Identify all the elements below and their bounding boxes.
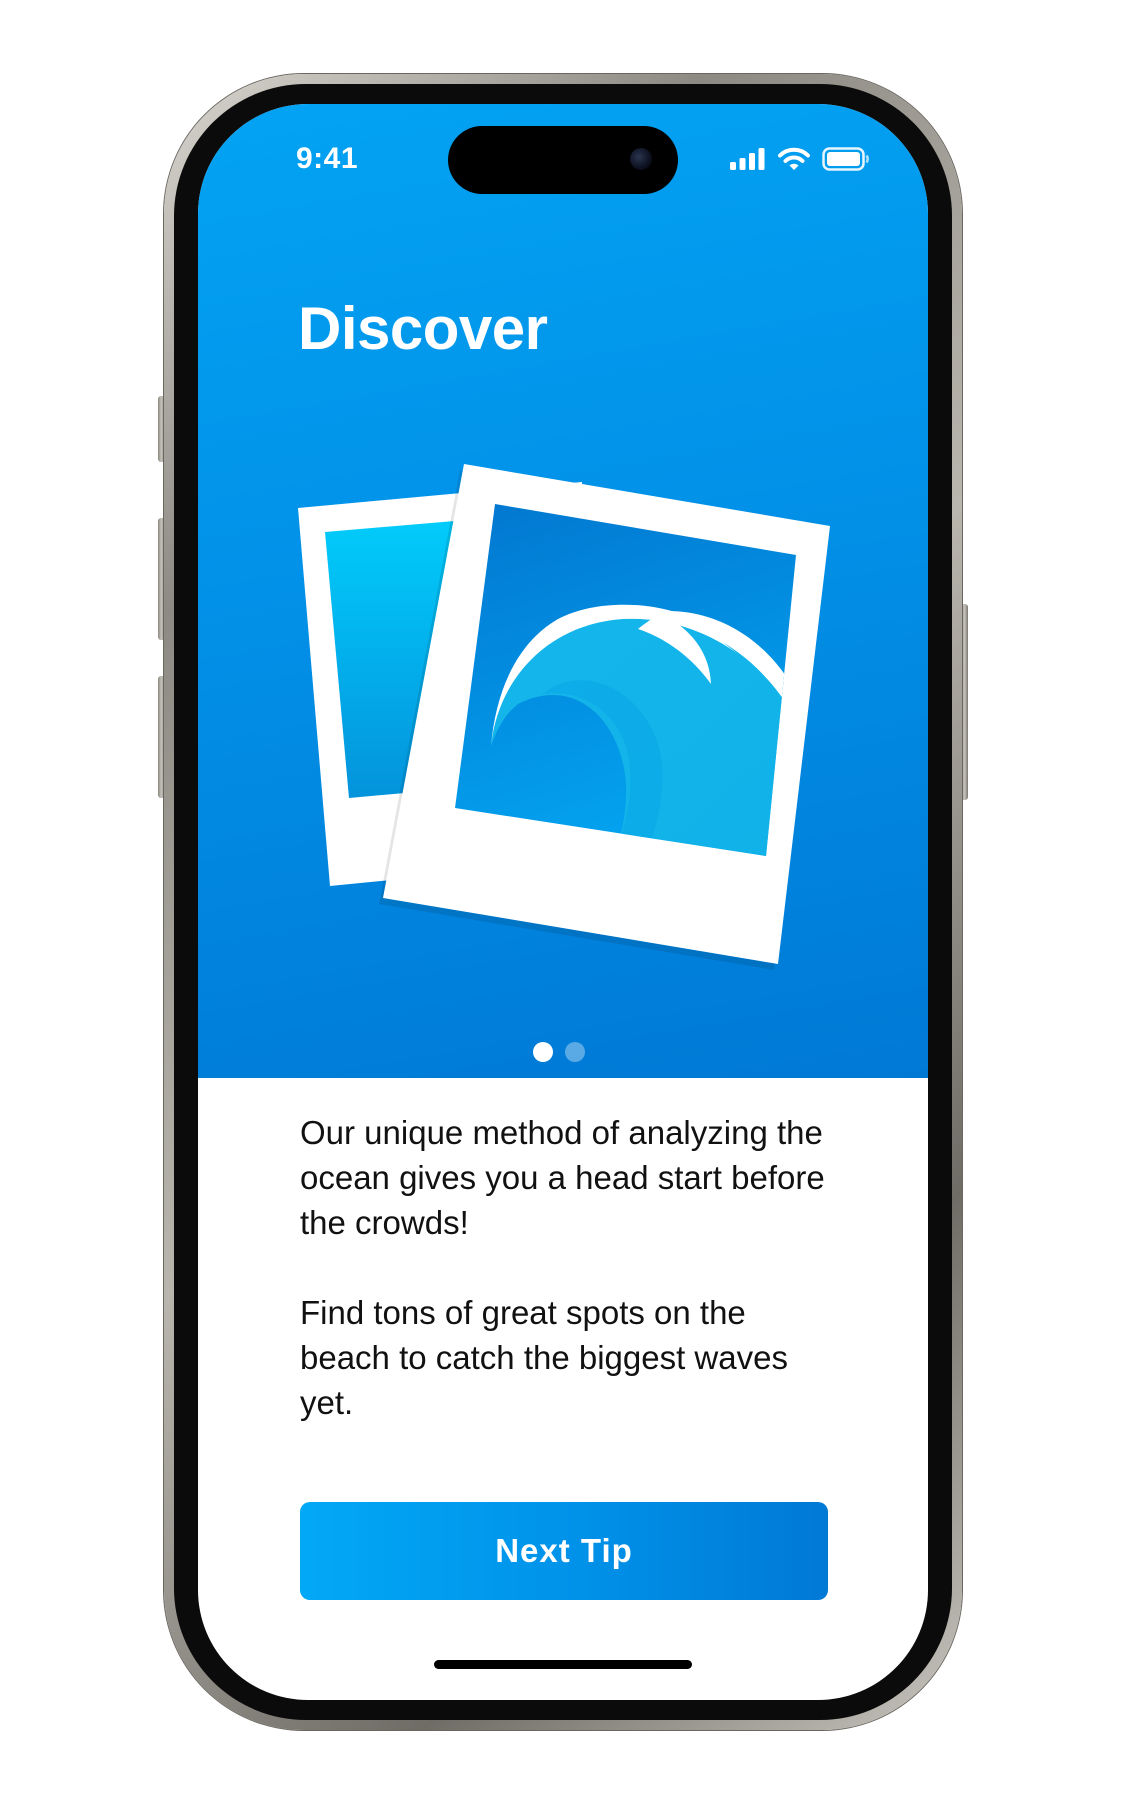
description-paragraph-1: Our unique method of analyzing the ocean… [300, 1114, 825, 1241]
onboarding-hero: 9:41 Discover [198, 104, 928, 1078]
photos-wave-illustration [298, 464, 830, 970]
home-indicator[interactable] [434, 1660, 692, 1669]
page-indicator[interactable] [533, 1042, 585, 1062]
next-tip-button[interactable]: Next Tip [300, 1502, 828, 1600]
page-dot-inactive[interactable] [565, 1042, 585, 1062]
power-button [961, 604, 968, 800]
description-paragraph-2: Find tons of great spots on the beach to… [300, 1294, 788, 1421]
page-dot-active[interactable] [533, 1042, 553, 1062]
phone-screen: 9:41 Discover Our unique method of analy… [198, 104, 928, 1700]
